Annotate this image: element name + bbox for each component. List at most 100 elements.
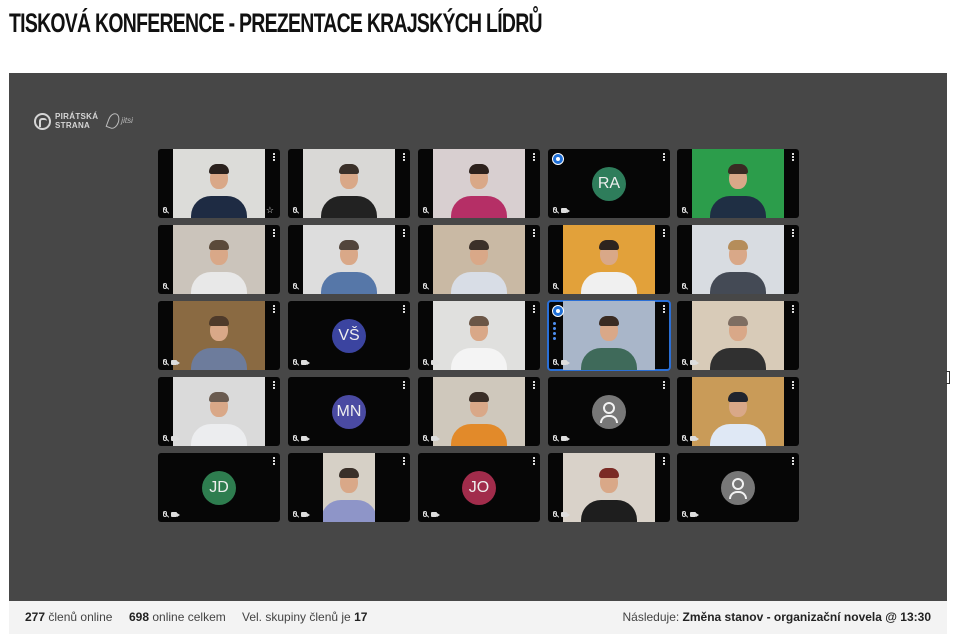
video-conference-stage: PIRÁTSKÁ STRANA jitsi ☆ RA VŠ MN JD JO	[9, 73, 950, 601]
more-options-icon[interactable]	[403, 229, 405, 231]
more-options-icon[interactable]	[403, 381, 405, 383]
more-options-icon[interactable]	[403, 457, 405, 459]
camera-off-icon	[301, 512, 310, 517]
participant-video	[303, 149, 395, 218]
mic-muted-icon	[163, 435, 167, 441]
more-options-icon[interactable]	[533, 153, 535, 155]
participant-tile[interactable]	[158, 301, 280, 370]
mic-muted-icon	[682, 435, 686, 441]
more-options-icon[interactable]	[792, 381, 794, 383]
participant-tile[interactable]: MN	[288, 377, 410, 446]
participant-tile[interactable]	[677, 149, 799, 218]
participant-tile[interactable]	[158, 377, 280, 446]
more-options-icon[interactable]	[533, 381, 535, 383]
mic-muted-icon	[682, 283, 686, 289]
more-options-icon[interactable]	[792, 153, 794, 155]
participant-video	[433, 301, 525, 370]
camera-off-icon	[690, 436, 699, 441]
participant-figure	[692, 377, 784, 446]
participant-tile[interactable]	[158, 225, 280, 294]
mic-muted-icon	[293, 359, 297, 365]
camera-off-icon	[561, 436, 570, 441]
participant-tile[interactable]	[418, 149, 540, 218]
participant-tile[interactable]	[288, 225, 410, 294]
participant-figure	[173, 301, 265, 370]
logo-line2: STRANA	[55, 121, 91, 130]
mic-muted-icon	[163, 511, 167, 517]
mic-muted-icon	[293, 511, 297, 517]
more-options-icon[interactable]	[792, 457, 794, 459]
more-options-icon[interactable]	[533, 305, 535, 307]
mic-muted-icon	[682, 359, 686, 365]
initials-avatar: RA	[592, 166, 626, 201]
initials-avatar: JD	[202, 470, 236, 505]
participant-figure	[173, 377, 265, 446]
more-options-icon[interactable]	[663, 381, 665, 383]
pirate-party-logo: PIRÁTSKÁ STRANA jitsi	[34, 111, 133, 131]
participant-tile[interactable]: ☆	[158, 149, 280, 218]
participant-tile[interactable]	[548, 377, 670, 446]
logo-line1: PIRÁTSKÁ	[55, 112, 99, 121]
more-options-icon[interactable]	[403, 305, 405, 307]
participant-tile[interactable]: VŠ	[288, 301, 410, 370]
participant-tile[interactable]	[677, 301, 799, 370]
participant-tile[interactable]	[418, 301, 540, 370]
mic-muted-icon	[553, 207, 557, 213]
participant-tile[interactable]	[677, 377, 799, 446]
more-options-icon[interactable]	[792, 229, 794, 231]
participant-tile[interactable]: JD	[158, 453, 280, 522]
participant-tile[interactable]	[418, 225, 540, 294]
more-options-icon[interactable]	[533, 229, 535, 231]
participant-figure	[303, 225, 395, 294]
more-options-icon[interactable]	[273, 229, 275, 231]
camera-off-icon	[171, 360, 180, 365]
camera-off-icon	[561, 512, 570, 517]
camera-off-icon	[171, 512, 180, 517]
mic-muted-icon	[423, 283, 427, 289]
initials-avatar: MN	[332, 394, 366, 429]
participant-tile[interactable]	[288, 149, 410, 218]
mic-muted-icon	[423, 207, 427, 213]
initials-avatar: JO	[462, 470, 496, 505]
participant-video	[433, 149, 525, 218]
participant-figure	[563, 225, 655, 294]
more-options-icon[interactable]	[533, 457, 535, 459]
more-options-icon[interactable]	[663, 153, 665, 155]
participant-tile[interactable]	[677, 453, 799, 522]
mic-muted-icon	[423, 435, 427, 441]
participant-tile[interactable]	[677, 225, 799, 294]
participant-tile[interactable]	[547, 300, 671, 371]
mic-muted-icon	[682, 207, 686, 213]
more-options-icon[interactable]	[273, 457, 275, 459]
more-options-icon[interactable]	[792, 305, 794, 307]
participant-video	[692, 149, 784, 218]
moderator-badge-icon	[552, 153, 564, 165]
camera-off-icon	[561, 360, 570, 365]
participant-figure	[692, 149, 784, 218]
mic-muted-icon	[553, 283, 557, 289]
more-options-icon[interactable]	[663, 229, 665, 231]
mic-muted-icon	[553, 359, 557, 365]
participant-tile[interactable]	[548, 453, 670, 522]
camera-off-icon	[690, 512, 699, 517]
more-options-icon[interactable]	[273, 153, 275, 155]
participant-tile[interactable]	[548, 225, 670, 294]
participant-tile[interactable]: RA	[548, 149, 670, 218]
more-options-icon[interactable]	[663, 457, 665, 459]
more-options-icon[interactable]	[273, 381, 275, 383]
participant-tile[interactable]	[418, 377, 540, 446]
participant-video	[692, 377, 784, 446]
participant-tile[interactable]	[288, 453, 410, 522]
more-options-icon[interactable]	[273, 305, 275, 307]
participant-video	[173, 149, 265, 218]
participant-video	[563, 453, 655, 522]
participant-figure	[563, 301, 655, 370]
camera-off-icon	[431, 436, 440, 441]
mic-muted-icon	[293, 207, 297, 213]
participant-video	[692, 225, 784, 294]
filmstrip-toggle-icon[interactable]	[946, 371, 950, 384]
more-options-icon[interactable]	[663, 305, 665, 307]
more-options-icon[interactable]	[403, 153, 405, 155]
participant-tile[interactable]: JO	[418, 453, 540, 522]
speaking-indicator-icon	[553, 322, 556, 325]
